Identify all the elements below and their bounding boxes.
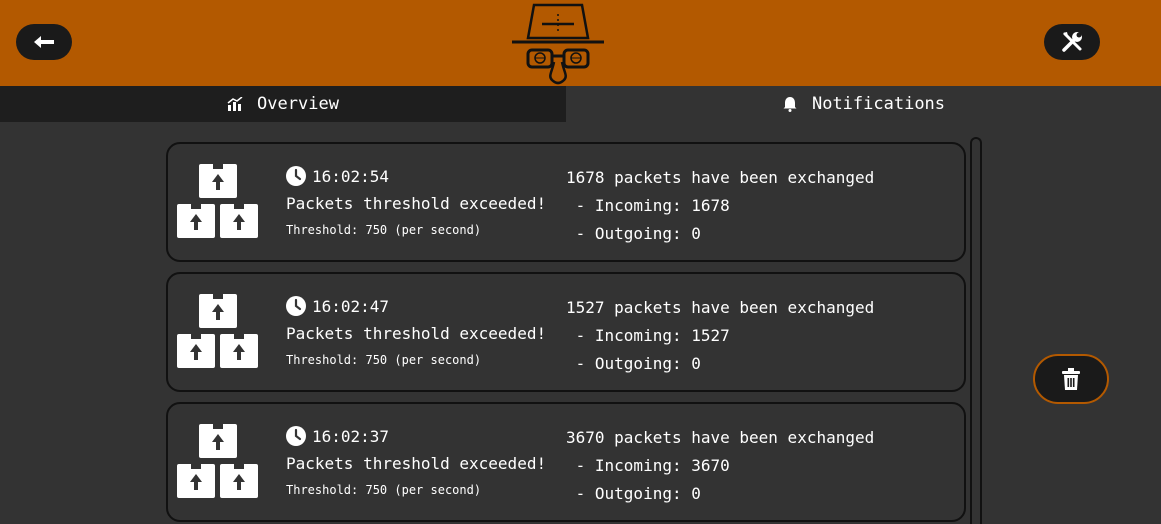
packets-incoming: - Incoming: 1678 <box>566 196 730 215</box>
packets-summary: 1678 packets have been exchanged <box>566 168 875 187</box>
tab-notifications-label: Notifications <box>811 94 946 114</box>
packages-icon <box>176 294 258 370</box>
notification-card: 16:02:47 Packets threshold exceeded! Thr… <box>166 272 966 392</box>
notification-time: 16:02:47 <box>286 296 389 316</box>
packets-incoming: - Incoming: 3670 <box>566 456 730 475</box>
tab-overview-label: Overview <box>257 94 339 114</box>
notification-title: Packets threshold exceeded! <box>286 324 547 343</box>
notification-title: Packets threshold exceeded! <box>286 194 547 213</box>
tab-bar: Overview Notifications <box>0 86 1161 122</box>
notification-stats: 1678 packets have been exchanged - Incom… <box>566 164 874 248</box>
arrow-left-icon <box>33 35 55 49</box>
packets-summary: 1527 packets have been exchanged <box>566 298 875 317</box>
packages-icon <box>176 164 258 240</box>
bell-icon <box>782 96 798 112</box>
notification-time: 16:02:37 <box>286 426 389 446</box>
clock-icon <box>286 426 306 446</box>
clock-icon <box>286 166 306 186</box>
notification-threshold: Threshold: 750 (per second) <box>286 223 482 237</box>
packets-summary: 3670 packets have been exchanged <box>566 428 875 447</box>
time-text: 16:02:47 <box>312 296 390 316</box>
packets-outgoing: - Outgoing: 0 <box>566 484 701 503</box>
notification-threshold: Threshold: 750 (per second) <box>286 353 482 367</box>
packets-outgoing: - Outgoing: 0 <box>566 354 701 373</box>
clear-notifications-button[interactable] <box>1033 354 1109 404</box>
tab-notifications[interactable]: Notifications <box>566 86 1161 122</box>
notification-threshold: Threshold: 750 (per second) <box>286 483 482 497</box>
time-text: 16:02:37 <box>312 426 390 446</box>
clock-icon <box>286 296 306 316</box>
notification-time: 16:02:54 <box>286 166 389 186</box>
notification-stats: 1527 packets have been exchanged - Incom… <box>566 294 874 378</box>
list-scrollbar[interactable] <box>970 137 982 524</box>
app-header <box>0 0 1161 86</box>
notification-stats: 3670 packets have been exchanged - Incom… <box>566 424 874 508</box>
tab-overview[interactable]: Overview <box>0 86 566 122</box>
settings-button[interactable] <box>1044 24 1100 60</box>
packages-icon <box>176 424 258 500</box>
trash-icon <box>1062 368 1080 390</box>
app-logo <box>508 2 608 86</box>
notification-card: 16:02:54 Packets threshold exceeded! Thr… <box>166 142 966 262</box>
packets-incoming: - Incoming: 1527 <box>566 326 730 345</box>
chart-icon <box>227 97 243 111</box>
tools-icon <box>1060 30 1084 54</box>
back-button[interactable] <box>16 24 72 60</box>
notification-title: Packets threshold exceeded! <box>286 454 547 473</box>
packets-outgoing: - Outgoing: 0 <box>566 224 701 243</box>
time-text: 16:02:54 <box>312 166 390 186</box>
notification-card: 16:02:37 Packets threshold exceeded! Thr… <box>166 402 966 522</box>
